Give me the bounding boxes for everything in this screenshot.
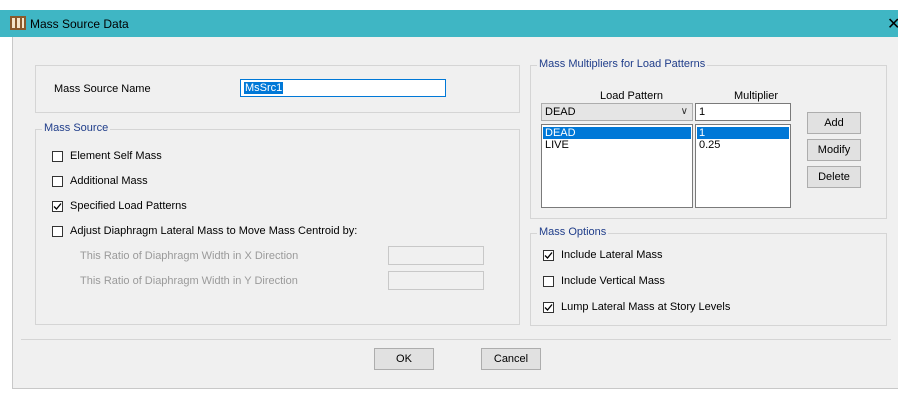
- specified-load-patterns-label: Specified Load Patterns: [70, 200, 187, 212]
- lump-lateral-mass-label: Lump Lateral Mass at Story Levels: [561, 301, 731, 313]
- list-item[interactable]: LIVE: [543, 139, 691, 151]
- add-button[interactable]: Add: [807, 112, 861, 134]
- mass-source-name-box: Mass Source Name MsSrc1: [35, 65, 520, 113]
- mass-options-group: Mass Options Include Lateral Mass Includ…: [530, 226, 887, 326]
- ratio-x-input[interactable]: [388, 246, 484, 265]
- mass-options-group-title: Mass Options: [537, 226, 609, 238]
- include-lateral-mass-label: Include Lateral Mass: [561, 249, 663, 261]
- multiplier-input[interactable]: 1: [695, 103, 791, 121]
- mass-source-group-title: Mass Source: [42, 122, 111, 134]
- dialog-body: Mass Source Name MsSrc1 Mass Source Elem…: [12, 37, 898, 389]
- col-load-pattern-header: Load Pattern: [600, 90, 663, 102]
- specified-load-patterns-checkbox[interactable]: [52, 201, 63, 212]
- footer-divider: [21, 339, 891, 340]
- adjust-diaphragm-label: Adjust Diaphragm Lateral Mass to Move Ma…: [70, 225, 358, 237]
- additional-mass-checkbox[interactable]: [52, 176, 63, 187]
- load-pattern-select[interactable]: DEAD ∨: [541, 103, 693, 121]
- mass-source-name-value: MsSrc1: [244, 82, 284, 94]
- mass-multipliers-group-title: Mass Multipliers for Load Patterns: [537, 58, 708, 70]
- chevron-down-icon: ∨: [680, 106, 688, 117]
- ok-button[interactable]: OK: [374, 348, 434, 370]
- load-pattern-list[interactable]: DEAD LIVE: [541, 124, 693, 208]
- load-pattern-select-value: DEAD: [545, 106, 576, 118]
- additional-mass-label: Additional Mass: [70, 175, 148, 187]
- ratio-y-label: This Ratio of Diaphragm Width in Y Direc…: [80, 275, 298, 287]
- check-icon: [544, 252, 553, 259]
- cancel-button[interactable]: Cancel: [481, 348, 541, 370]
- mass-multipliers-group: Mass Multipliers for Load Patterns Load …: [530, 58, 887, 219]
- adjust-diaphragm-checkbox[interactable]: [52, 226, 63, 237]
- mass-source-group: Mass Source Element Self Mass Additional…: [35, 122, 520, 325]
- mass-source-name-label: Mass Source Name: [54, 83, 151, 95]
- window-title: Mass Source Data: [30, 17, 129, 31]
- include-lateral-mass-checkbox[interactable]: [543, 250, 554, 261]
- app-icon: [10, 16, 26, 30]
- check-icon: [544, 304, 553, 311]
- list-item[interactable]: 1: [697, 127, 789, 139]
- element-self-mass-checkbox[interactable]: [52, 151, 63, 162]
- include-vertical-mass-label: Include Vertical Mass: [561, 275, 665, 287]
- multiplier-list[interactable]: 1 0.25: [695, 124, 791, 208]
- include-vertical-mass-checkbox[interactable]: [543, 276, 554, 287]
- ratio-y-input[interactable]: [388, 271, 484, 290]
- check-icon: [53, 203, 62, 210]
- modify-button[interactable]: Modify: [807, 139, 861, 161]
- delete-button[interactable]: Delete: [807, 166, 861, 188]
- ratio-x-label: This Ratio of Diaphragm Width in X Direc…: [80, 250, 299, 262]
- lump-lateral-mass-checkbox[interactable]: [543, 302, 554, 313]
- close-icon[interactable]: ✕: [887, 14, 898, 34]
- list-item[interactable]: DEAD: [543, 127, 691, 139]
- element-self-mass-label: Element Self Mass: [70, 150, 162, 162]
- list-item[interactable]: 0.25: [697, 139, 789, 151]
- title-bar: Mass Source Data ✕: [0, 10, 898, 37]
- col-multiplier-header: Multiplier: [734, 90, 779, 102]
- mass-source-name-input[interactable]: MsSrc1: [240, 79, 446, 97]
